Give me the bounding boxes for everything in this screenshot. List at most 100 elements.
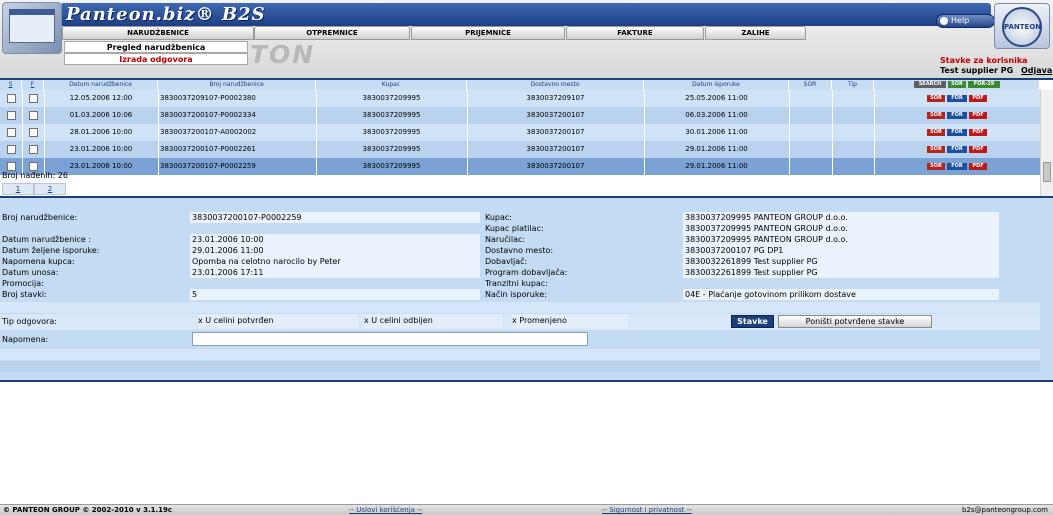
row-flag-checkbox[interactable] [29, 162, 38, 171]
submenu-pregled[interactable]: Pregled narudžbenica [64, 41, 248, 53]
table-row[interactable]: 28.01.2006 10:00 3830037200107-A0002002 38… [0, 124, 1040, 141]
row-select-checkbox[interactable] [7, 145, 16, 154]
user-title: Stavke za korisnika [940, 56, 1028, 65]
row-pdf-button[interactable]: PDF [969, 163, 987, 170]
row-select-checkbox[interactable] [7, 162, 16, 171]
row-sor-button[interactable]: SOR [927, 146, 945, 153]
col-header-delivery[interactable]: Datum isporuke [644, 80, 789, 90]
row-flag-checkbox[interactable] [29, 128, 38, 137]
col-header-buyer[interactable]: Kupac [316, 80, 467, 90]
row-flag-checkbox[interactable] [29, 94, 38, 103]
tab-otpremnice[interactable]: OTPREMNICE [254, 26, 410, 40]
note-input[interactable] [192, 332, 588, 346]
cell-buyer: 3830037209995 [362, 162, 421, 170]
row-sor-button[interactable]: SOR [927, 112, 945, 119]
row-pdf-button[interactable]: PDF [969, 112, 987, 119]
col-header-sor[interactable]: SOR [789, 80, 832, 90]
row-for-button[interactable]: FOR [947, 95, 967, 102]
cell-order-date: 01.03.2006 10:06 [69, 111, 133, 119]
col-header-date[interactable]: Datum narudžbenice [44, 80, 158, 90]
row-for-button[interactable]: FOR [947, 129, 967, 136]
response-option-changed[interactable]: x Promenjeno [512, 314, 628, 328]
tab-fakture[interactable]: FAKTURE [566, 26, 704, 40]
col-header-location[interactable]: Dostavno mesto [467, 80, 644, 90]
col-header-s[interactable]: S [0, 80, 22, 90]
row-pdf-button[interactable]: PDF [969, 146, 987, 153]
terms-link[interactable]: -- Uslovi korišćenja -- [349, 506, 422, 515]
field-value: 3830032261899 Test supplier PG [683, 256, 999, 267]
row-for-button[interactable]: FOR [947, 163, 967, 170]
row-select-checkbox[interactable] [7, 111, 16, 120]
items-button[interactable]: Stavke [731, 315, 774, 328]
col-header-tip[interactable]: Tip [832, 80, 874, 90]
response-option-confirmed[interactable]: x U celini potvrđen [198, 314, 358, 328]
user-name: Test supplier PG [940, 66, 1014, 75]
field-label: Napomena kupca: [2, 257, 75, 266]
row-pdf-button[interactable]: PDF [969, 129, 987, 136]
col-header-f[interactable]: F [22, 80, 44, 90]
field-value: 23.01.2006 17:11 [190, 267, 480, 278]
search-button[interactable]: SEARCH [914, 81, 946, 88]
page-link-1[interactable]: 1 [2, 183, 34, 195]
divider [0, 349, 1040, 360]
field-label: Dobavljač: [485, 257, 528, 266]
cell-delivery-location: 3830037200107 [526, 111, 585, 119]
field-label: Datum željene isporuke: [2, 246, 100, 255]
row-sor-button[interactable]: SOR [927, 129, 945, 136]
field-label: Datum narudžbenice : [2, 235, 92, 244]
field-label: Promocija: [2, 279, 44, 288]
response-option-rejected[interactable]: x U celini odbijen [364, 314, 502, 328]
cell-order-date: 28.01.2006 10:00 [69, 128, 133, 136]
table-row[interactable]: 23.01.2006 10:00 3830037200107-P0002259 38… [0, 158, 1040, 175]
field-label: Datum unosa: [2, 268, 59, 277]
tab-zalihe[interactable]: ZALIHE [705, 26, 806, 40]
field-label: Program dobavljača: [485, 268, 568, 277]
sor-export-button[interactable]: SOR [948, 81, 966, 88]
reset-confirmed-items-button[interactable]: Poništi potvrđene stavke [778, 315, 932, 328]
brand-title: Panteon.biz® B2S [66, 4, 266, 25]
row-sor-button[interactable]: SOR [927, 163, 945, 170]
page-link-2[interactable]: 2 [34, 183, 66, 195]
cell-order-date: 23.01.2006 10:00 [69, 145, 133, 153]
scroll-thumb[interactable] [1043, 162, 1051, 182]
cell-delivery-location: 3830037200107 [526, 128, 585, 136]
result-count: Broj nađenih: 26 [2, 171, 69, 180]
field-value: 3830037209995 PANTEON GROUP d.o.o. [683, 223, 999, 234]
help-button[interactable]: Help [936, 14, 995, 28]
column-divider [832, 107, 833, 124]
tab-narudzbenice[interactable]: NARUDŽBENICE [62, 26, 254, 40]
toolbar-actions: SEARCH SOR FOR-29 [874, 80, 1040, 90]
column-divider [22, 141, 23, 158]
privacy-link[interactable]: -- Sigurnost i privatnost -- [602, 506, 692, 515]
submenu-izrada-odgovora[interactable]: Izrada odgovora [64, 53, 248, 65]
column-divider [874, 158, 875, 175]
main-nav: NARUDŽBENICE OTPREMNICE PRIJEMNICE FAKTU… [62, 26, 806, 40]
row-flag-checkbox[interactable] [29, 145, 38, 154]
tab-prijemnice[interactable]: PRIJEMNICE [411, 26, 565, 40]
column-divider [22, 107, 23, 124]
field-label: Način isporuke: [485, 290, 547, 299]
row-select-checkbox[interactable] [7, 128, 16, 137]
row-pdf-button[interactable]: PDF [969, 95, 987, 102]
grid-scrollbar[interactable] [1040, 90, 1053, 196]
row-flag-checkbox[interactable] [29, 111, 38, 120]
row-for-button[interactable]: FOR [947, 146, 967, 153]
field-value: 3830037209995 PANTEON GROUP d.o.o. [683, 212, 999, 223]
table-row[interactable]: 12.05.2006 12:00 3830037209107-P0002380 38… [0, 90, 1040, 107]
table-row[interactable]: 23.01.2006 10:00 3830037200107-P0002261 38… [0, 141, 1040, 158]
field-label: Kupac: [485, 213, 512, 222]
column-divider [874, 107, 875, 124]
table-row[interactable]: 01.03.2006 10:06 3830037200107-P0002334 38… [0, 107, 1040, 124]
logout-link[interactable]: Odjava [1021, 66, 1052, 75]
row-select-checkbox[interactable] [7, 94, 16, 103]
cell-delivery-location: 3830037209107 [526, 94, 585, 102]
for29-export-button[interactable]: FOR-29 [968, 81, 1000, 88]
page-footer: © PANTEON GROUP © 2002-2010 v 3.1.19c --… [0, 504, 1053, 515]
col-header-number[interactable]: Broj narudžbenice [158, 80, 316, 90]
field-value: 5 [190, 289, 480, 300]
field-value: 3830037209995 PANTEON GROUP d.o.o. [683, 234, 999, 245]
field-value: 29.01.2006 11:00 [190, 245, 480, 256]
row-for-button[interactable]: FOR [947, 112, 967, 119]
row-sor-button[interactable]: SOR [927, 95, 945, 102]
contact-email[interactable]: b2s@panteongroup.com [962, 506, 1048, 515]
